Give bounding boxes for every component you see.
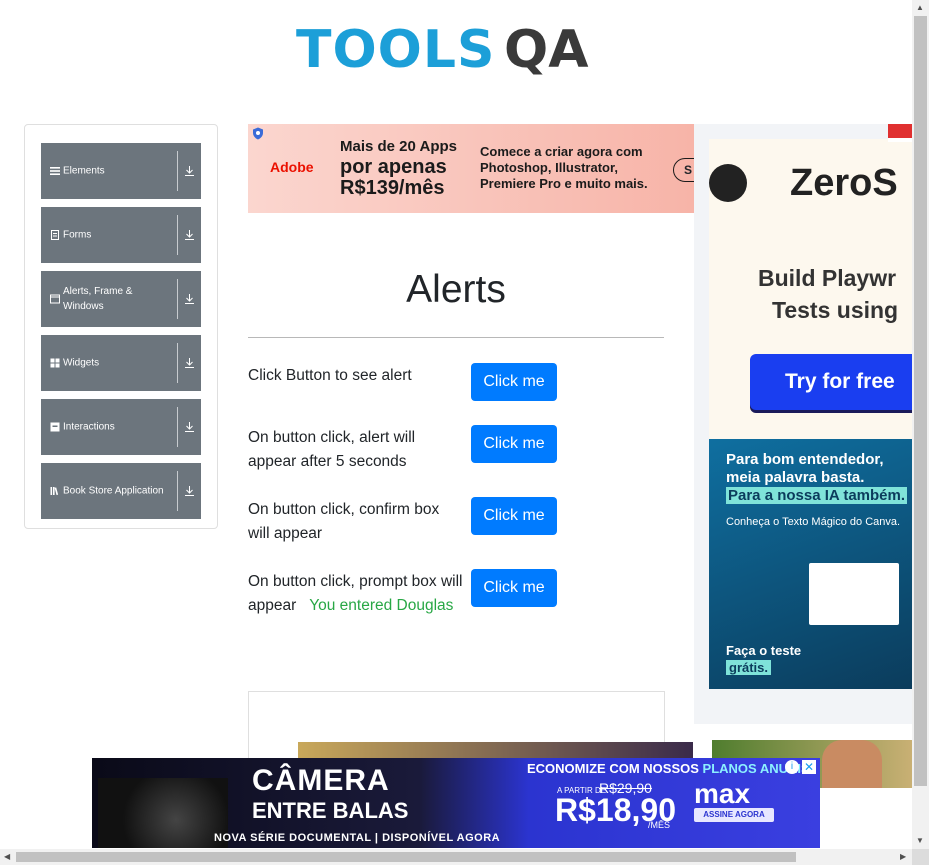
scroll-right-icon[interactable]: ▶ — [900, 852, 906, 861]
ad-close-icon[interactable]: ✕ — [802, 760, 816, 774]
canva-ad[interactable]: Para bom entendedor, meia palavra basta.… — [709, 439, 912, 689]
ad-flag — [888, 124, 912, 142]
title-divider — [248, 337, 664, 338]
ad-face — [822, 740, 882, 788]
sidebar-group-label: Alerts, Frame & Windows — [63, 286, 133, 312]
max-title: CÂMERA — [252, 764, 390, 797]
adobe-headline-line: R$139/mês — [340, 177, 445, 199]
canva-preview-card — [809, 563, 899, 625]
confirm-button[interactable]: Click me — [471, 497, 557, 535]
max-subtitle: ENTRE BALAS — [252, 798, 409, 823]
sidebar-group-interactions[interactable]: Interactions — [41, 399, 201, 455]
scroll-left-icon[interactable]: ◀ — [4, 852, 10, 861]
scroll-down-icon[interactable]: ▼ — [916, 836, 924, 845]
logo-qa-text: QA — [504, 20, 589, 80]
sidebar-group-book-store[interactable]: Book Store Application — [41, 463, 201, 519]
max-tagline: NOVA SÉRIE DOCUMENTAL | DISPONÍVEL AGORA — [214, 832, 501, 844]
scrollbar-corner — [912, 849, 929, 865]
menu-icon — [50, 167, 60, 175]
adobe-body-line: Photoshop, Illustrator, — [480, 160, 618, 175]
sidebar-group-label: Interactions — [63, 421, 115, 433]
widgets-icon — [50, 358, 60, 368]
confirm-row-label: On button click, confirm box will appear — [248, 501, 440, 542]
window-icon — [50, 294, 60, 304]
max-economize-text: ECONOMIZE COM NOSSOS — [527, 761, 699, 776]
canva-highlight: Para a nossa IA também. — [726, 487, 908, 504]
logo-tools-text: TOOLS — [296, 20, 496, 80]
try-for-free-button[interactable]: Try for free — [750, 354, 912, 410]
page-title: Alerts — [406, 268, 506, 311]
camera-image — [98, 778, 228, 848]
download-icon[interactable] — [184, 421, 195, 433]
prompt-result: You entered Douglas — [309, 597, 454, 614]
sidebar-group-label: Forms — [63, 229, 92, 241]
adobe-body-line: Premiere Pro e muito mais. — [480, 176, 648, 191]
timer-alert-row-label: On button click, alert will appear after… — [248, 429, 416, 470]
interactions-icon — [50, 422, 60, 432]
canva-cta[interactable]: Faça o teste grátis. — [726, 642, 801, 676]
download-icon[interactable] — [184, 229, 195, 241]
divider — [177, 279, 178, 319]
max-logo: max — [694, 778, 751, 809]
ad-info-icon[interactable]: i — [785, 760, 799, 774]
alert-row-label: Click Button to see alert — [248, 367, 412, 384]
alert-button[interactable]: Click me — [471, 363, 557, 401]
toolsqa-logo[interactable]: TOOLS QA — [296, 14, 626, 92]
adobe-headline-line: por apenas — [340, 156, 447, 178]
download-icon[interactable] — [184, 357, 195, 369]
book-icon — [50, 487, 59, 496]
sidebar-menu: Elements Forms Alerts, Frame & Windows W… — [24, 124, 218, 529]
sidebar-group-label: Elements — [63, 165, 105, 177]
adobe-ad-banner[interactable]: Adobe Mais de 20 Apps por apenas R$139/m… — [248, 124, 694, 213]
max-subscribe-button[interactable]: ASSINE AGORA — [694, 808, 774, 822]
adobe-body: Comece a criar agora com Photoshop, Illu… — [480, 144, 648, 192]
download-icon[interactable] — [184, 485, 195, 497]
zerostep-ad[interactable]: ZeroS Build Playwr Tests using Try for f… — [694, 124, 912, 724]
adobe-brand: Adobe — [270, 159, 314, 175]
horizontal-scroll-thumb[interactable] — [16, 852, 796, 862]
canva-headline: Para bom entendedor, meia palavra basta.… — [726, 451, 908, 505]
zerostep-logo-icon — [709, 164, 747, 202]
zerostep-tagline-line: Tests using — [772, 297, 899, 323]
sidebar-group-alerts-frame-windows[interactable]: Alerts, Frame & Windows — [41, 271, 201, 327]
vertical-scroll-thumb[interactable] — [914, 16, 927, 786]
max-economize: ECONOMIZE COM NOSSOS PLANOS ANUAIS — [527, 761, 810, 776]
scroll-up-icon[interactable]: ▲ — [916, 3, 924, 12]
sidebar-group-elements[interactable]: Elements — [41, 143, 201, 199]
sidebar-group-label: Widgets — [63, 357, 100, 369]
adobe-headline-line: Mais de 20 Apps — [340, 138, 457, 155]
max-ad-banner[interactable]: CÂMERA ENTRE BALAS NOVA SÉRIE DOCUMENTAL… — [92, 758, 820, 848]
divider — [177, 151, 178, 191]
zerostep-tagline-line: Build Playwr — [758, 265, 897, 291]
horizontal-scrollbar[interactable]: ◀ ▶ — [0, 849, 912, 865]
zerostep-tagline: Build Playwr Tests using — [758, 262, 898, 326]
adobe-body-line: Comece a criar agora com — [480, 144, 643, 159]
divider — [177, 343, 178, 383]
adobe-headline: Mais de 20 Apps por apenas R$139/mês — [340, 136, 457, 199]
canva-cta-highlight: grátis. — [726, 660, 772, 675]
canva-headline-line: meia palavra basta. — [726, 469, 865, 486]
shield-icon — [253, 127, 263, 140]
sidebar-group-forms[interactable]: Forms — [41, 207, 201, 263]
vertical-scrollbar[interactable]: ▲ ▼ — [912, 0, 929, 849]
sidebar-group-label: Book Store Application — [63, 485, 164, 497]
prompt-row-label: On button click, prompt box will appear … — [248, 570, 463, 618]
max-per-month: /MÊS — [648, 820, 671, 830]
divider — [177, 471, 178, 511]
timer-alert-button[interactable]: Click me — [471, 425, 557, 463]
sidebar-group-widgets[interactable]: Widgets — [41, 335, 201, 391]
adobe-cta-button[interactable]: S — [673, 158, 694, 182]
form-icon — [51, 230, 59, 240]
divider — [177, 407, 178, 447]
zerostep-brand: ZeroS — [790, 162, 898, 204]
canva-subtitle: Conheça o Texto Mágico do Canva. — [726, 516, 901, 528]
download-icon[interactable] — [184, 293, 195, 305]
canva-headline-line: Para bom entendedor, — [726, 451, 884, 468]
divider — [177, 215, 178, 255]
download-icon[interactable] — [184, 165, 195, 177]
prompt-button[interactable]: Click me — [471, 569, 557, 607]
canva-cta-line: Faça o teste — [726, 643, 802, 658]
